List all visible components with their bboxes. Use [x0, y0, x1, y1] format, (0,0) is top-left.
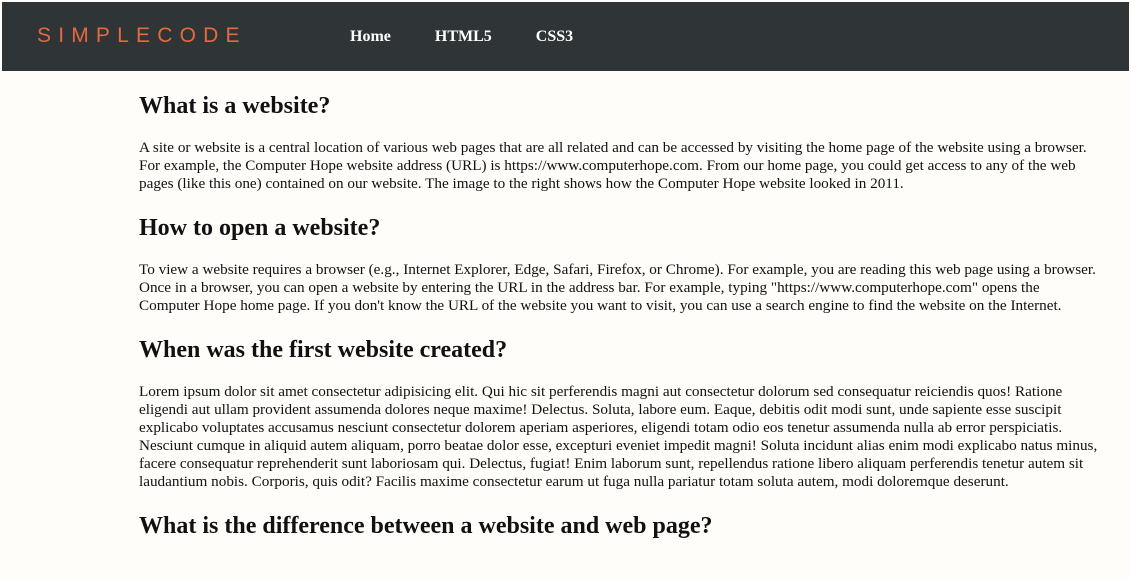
- section-heading: How to open a website?: [139, 215, 381, 241]
- nav-link-css3[interactable]: CSS3: [536, 27, 573, 47]
- main-nav: Home HTML5 CSS3: [350, 27, 617, 47]
- nav-link-home[interactable]: Home: [350, 27, 391, 47]
- section-heading: What is the difference between a website…: [139, 513, 713, 539]
- section-paragraph: A site or website is a central location …: [139, 139, 1087, 192]
- main-content: What is a website? A site or website is …: [139, 71, 1099, 540]
- section-how-to-open: How to open a website? To view a website…: [139, 214, 1099, 315]
- top-navigation-bar: SIMPLECODE Home HTML5 CSS3: [2, 2, 1129, 71]
- section-paragraph: To view a website requires a browser (e.…: [139, 261, 1096, 314]
- nav-link-html5[interactable]: HTML5: [435, 27, 492, 47]
- site-logo[interactable]: SIMPLECODE: [37, 24, 247, 48]
- section-heading: When was the first website created?: [139, 337, 508, 363]
- section-paragraph: Lorem ipsum dolor sit amet consectetur a…: [139, 383, 1098, 490]
- section-difference: What is the difference between a website…: [139, 512, 1099, 540]
- section-heading: What is a website?: [139, 93, 331, 119]
- section-first-website: When was the first website created? Lore…: [139, 336, 1099, 491]
- section-what-is-website: What is a website? A site or website is …: [139, 92, 1099, 193]
